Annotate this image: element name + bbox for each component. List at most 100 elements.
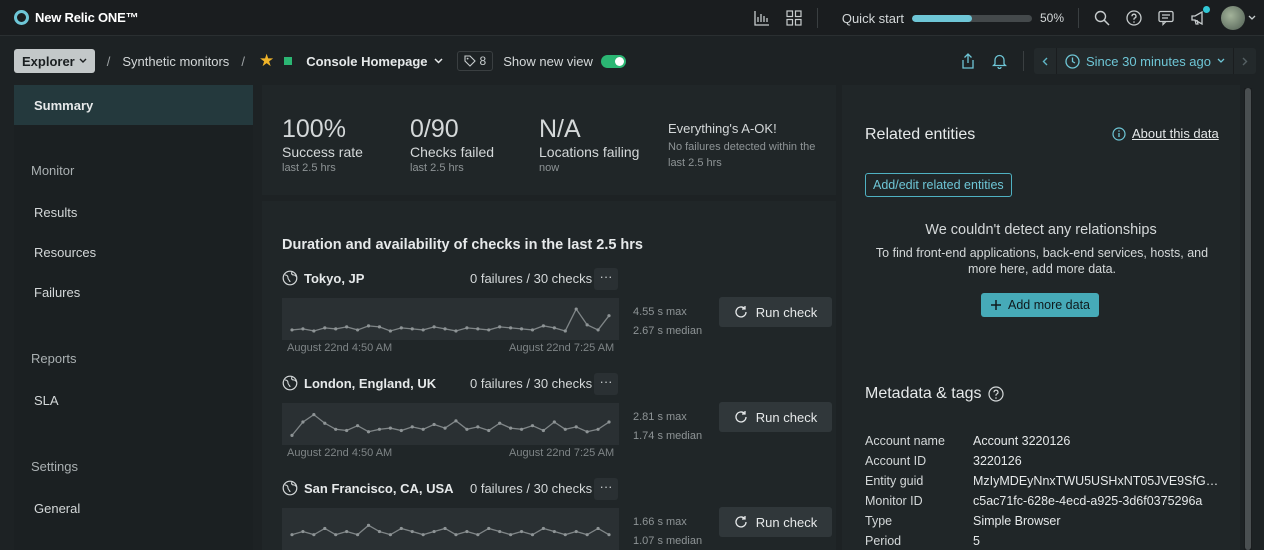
new-relic-logo[interactable]: New Relic ONE™: [14, 10, 139, 25]
stat-label: Locations failing: [539, 144, 640, 160]
search-icon[interactable]: [1093, 9, 1111, 27]
avatar[interactable]: [1221, 6, 1245, 30]
sparkline-point: [399, 526, 403, 531]
stat-value: N/A: [539, 115, 581, 143]
sparkline-point: [432, 325, 436, 329]
sparkline-point: [410, 425, 414, 429]
time-previous-button[interactable]: [1034, 48, 1056, 74]
sparkline-point: [552, 420, 556, 424]
metadata-value: 5: [973, 534, 980, 548]
help-icon[interactable]: [1125, 9, 1143, 27]
chevron-right-icon: [1242, 57, 1248, 65]
sidebar-item-general[interactable]: General: [34, 501, 80, 516]
stat-label: Success rate: [282, 144, 363, 160]
entity-name[interactable]: Console Homepage: [306, 54, 427, 69]
tag-icon: [463, 55, 476, 67]
grid-icon[interactable]: [785, 9, 803, 27]
sparkline-point: [355, 533, 360, 537]
sparkline-point: [388, 329, 392, 333]
tags-button[interactable]: 8: [456, 51, 494, 71]
about-this-data-link[interactable]: About this data: [1112, 126, 1219, 141]
breadcrumb-synthetic-monitors[interactable]: Synthetic monitors: [122, 54, 229, 69]
sidebar-item-results[interactable]: Results: [34, 205, 77, 220]
stat-period: now: [539, 162, 560, 174]
time-picker[interactable]: Since 30 minutes ago: [1033, 48, 1256, 74]
sparkline-point: [290, 433, 294, 437]
stat-period: last 2.5 hrs: [282, 162, 336, 174]
metadata-value[interactable]: MzIyMDEyNnxTWU5USHxNT05JVE9SfGM1YzcxZmMt…: [973, 474, 1228, 488]
more-actions-button[interactable]: ···: [594, 478, 618, 500]
related-entities-title: Related entities: [865, 126, 976, 143]
quick-start-label[interactable]: Quick start: [842, 11, 904, 26]
sparkline-point: [312, 533, 316, 537]
sparkline-point: [585, 430, 589, 434]
sparkline-point: [530, 328, 535, 332]
sparkline-point: [454, 533, 458, 537]
chevron-down-icon[interactable]: [434, 58, 443, 64]
status-description: No failures detected within the last 2.5…: [668, 141, 816, 169]
globe-icon: [282, 375, 298, 391]
sidebar-item-sla[interactable]: SLA: [34, 393, 59, 408]
new-relic-logo-icon: [14, 10, 29, 25]
stat-label: Checks failed: [410, 144, 495, 160]
add-edit-related-entities-button[interactable]: Add/edit related entities: [865, 173, 1012, 197]
megaphone-icon[interactable]: [1189, 6, 1210, 27]
share-icon[interactable]: [959, 52, 977, 70]
sparkline-point: [530, 533, 535, 537]
sparkline-point: [399, 428, 403, 433]
duration-sparkline[interactable]: [282, 298, 619, 340]
sparkline-point: [410, 529, 414, 534]
sparkline-point: [596, 526, 600, 531]
sparkline-point: [541, 428, 546, 433]
sparkline-point: [410, 327, 414, 331]
sparkline-point: [366, 430, 371, 434]
duration-sparkline[interactable]: [282, 403, 619, 445]
sparkline-point: [290, 328, 294, 332]
apps-chart-icon[interactable]: [753, 9, 771, 27]
explorer-button[interactable]: Explorer: [14, 49, 95, 73]
scrollbar-thumb[interactable]: [1245, 88, 1251, 550]
show-new-view-toggle[interactable]: [600, 54, 626, 68]
favorite-star-icon[interactable]: ★: [259, 51, 274, 71]
sparkline-point: [301, 529, 305, 534]
feedback-icon[interactable]: [1157, 9, 1175, 27]
more-actions-button[interactable]: ···: [594, 268, 618, 290]
more-actions-button[interactable]: ···: [594, 373, 618, 395]
sparkline-point: [465, 326, 469, 330]
scrollbar[interactable]: [1244, 88, 1252, 550]
location-failures: 0 failures / 30 checks: [470, 376, 593, 391]
sidebar-section-monitor: Monitor: [31, 163, 75, 178]
sidebar-item-summary[interactable]: Summary: [14, 85, 253, 125]
sidebar-item-failures[interactable]: Failures: [34, 285, 80, 300]
duration-sparkline[interactable]: [282, 508, 619, 550]
add-more-data-button[interactable]: Add more data: [981, 293, 1099, 317]
run-check-button[interactable]: Run check: [719, 507, 832, 537]
related-entities-panel: Related entities About this data Add/edi…: [842, 85, 1240, 550]
run-check-button[interactable]: Run check: [719, 402, 832, 432]
metadata-key: Account ID: [865, 454, 927, 468]
sparkline-point: [487, 328, 491, 332]
sparkline-point: [432, 529, 436, 534]
notification-badge: [1203, 6, 1210, 13]
duration-median: 1.07 s median: [633, 535, 703, 547]
sidebar: Summary Monitor Results Resources Failur…: [14, 85, 253, 550]
run-check-button[interactable]: Run check: [719, 297, 832, 327]
help-icon[interactable]: [987, 386, 1004, 402]
sparkline-point: [443, 327, 447, 331]
sidebar-item-resources[interactable]: Resources: [34, 245, 96, 260]
sparkline-point: [377, 325, 382, 329]
sparkline-point: [519, 529, 524, 534]
quick-start-progress[interactable]: [911, 14, 1032, 22]
info-icon: [1112, 126, 1126, 141]
bell-icon[interactable]: [991, 52, 1009, 70]
clock-icon: [1065, 53, 1080, 69]
sparkline-point: [498, 325, 502, 329]
run-check-label: Run check: [755, 514, 818, 530]
duration-max: 4.55 s max: [633, 306, 687, 318]
sparkline-point: [574, 529, 578, 534]
sparkline-point: [432, 422, 436, 427]
sparkline-point: [530, 424, 535, 428]
time-next-button[interactable]: [1234, 48, 1256, 74]
divider: [816, 8, 818, 28]
stat-value: 100%: [282, 115, 346, 143]
